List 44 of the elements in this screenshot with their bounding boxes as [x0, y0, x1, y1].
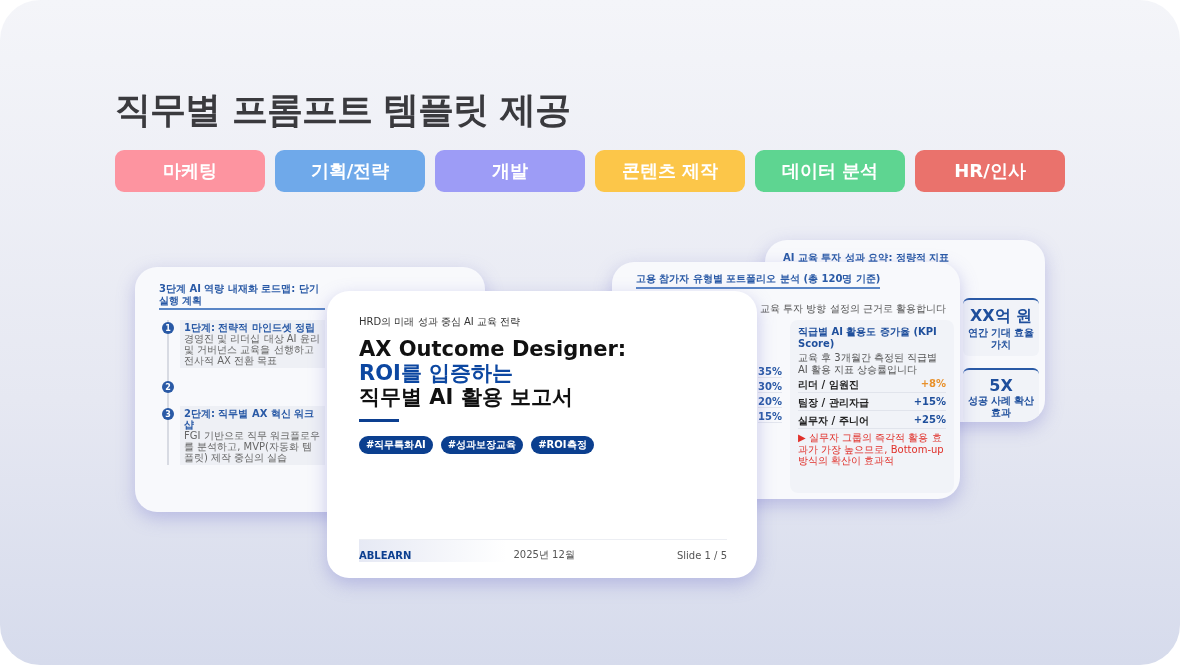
category-tag[interactable]: 콘텐츠 제작: [595, 150, 745, 192]
page-heading: 직무별 프롬프트 템플릿 제공: [115, 88, 571, 132]
brand-name: ABLEARN: [359, 549, 412, 561]
category-tag[interactable]: 개발: [435, 150, 585, 192]
slide-title-line: 직무별 AI 활용 보고서: [359, 385, 574, 409]
kpi-value: +15%: [913, 396, 946, 409]
kpi-label: 팀장 / 관리자급: [798, 396, 869, 410]
slide-subtitle: HRD의 미래 성과 중심 AI 교육 전략: [359, 315, 522, 329]
kpi-value: +25%: [913, 414, 946, 427]
step-number: 3: [162, 408, 174, 420]
slide-title-line: ROI를 입증하는: [359, 361, 515, 385]
category-tag[interactable]: 마케팅: [115, 150, 265, 192]
step-number: 1: [162, 322, 174, 334]
slide-title: 3단계 AI 역량 내재화 로드맵: 단기 실행 계획: [159, 283, 325, 310]
step-title: 2단계: 직무별 AX 혁신 워크샵: [184, 408, 316, 430]
category-tag[interactable]: 데이터 분석: [755, 150, 905, 192]
metric-label: 연간 기대 효율 가치: [966, 327, 1036, 350]
slide-title-line: AX Outcome Designer:: [359, 337, 628, 361]
step-description: 경영진 및 리더십 대상 AI 윤리 및 거버넌스 교육을 선행하고 전사적 AX 전환 목표: [184, 333, 321, 366]
metric-value: 5X: [989, 376, 1013, 395]
share-value: 35%: [758, 366, 782, 378]
slide-title: 고용 참가자 유형별 포트폴리오 분석 (총 120명 기준): [636, 273, 881, 289]
kpi-label: 리더 / 임원진: [798, 378, 859, 392]
kpi-title: 직급별 AI 활용도 증가율 (KPI Score): [798, 326, 938, 349]
share-value: 30%: [758, 381, 782, 393]
category-tag[interactable]: 기획/전략: [275, 150, 425, 192]
metric-label: 성공 사례 확산 효과: [966, 395, 1036, 418]
kpi-label: 실무자 / 주니어: [798, 414, 869, 428]
kpi-value: +8%: [920, 378, 946, 391]
slide-subtitle: 교육 투자 방향 설정의 근거로 활용합니다: [760, 302, 946, 316]
metric-value: XX억 원: [969, 306, 1033, 327]
share-value: 20%: [758, 396, 782, 408]
hashtag-tag: #직무특화AI: [359, 436, 433, 454]
kpi-description: 교육 후 3개월간 측정된 직급별 AI 활용 지표 상승률입니다: [798, 352, 939, 375]
step-title: 1단계: 전략적 마인드셋 정립: [184, 322, 317, 333]
category-tag[interactable]: HR/인사: [915, 150, 1065, 192]
hashtag-tag: #성과보장교육: [440, 436, 524, 454]
kpi-note: ▶ 실무자 그룹의 즉각적 활용 효과가 가장 높으므로, Bottom-up 방식의 확산이 효과적: [798, 432, 945, 467]
share-value: 15%: [758, 411, 782, 423]
slide-number: Slide 1 / 5: [676, 549, 727, 561]
slide-date: 2025년 12월: [513, 548, 575, 562]
step-number: 2: [162, 381, 174, 393]
hashtag-tag: #ROI측정: [531, 436, 594, 454]
step-description: FGI 기반으로 직무 워크플로우를 분석하고, MVP(자동화 템플릿) 제작 중심의 실습: [184, 430, 321, 463]
